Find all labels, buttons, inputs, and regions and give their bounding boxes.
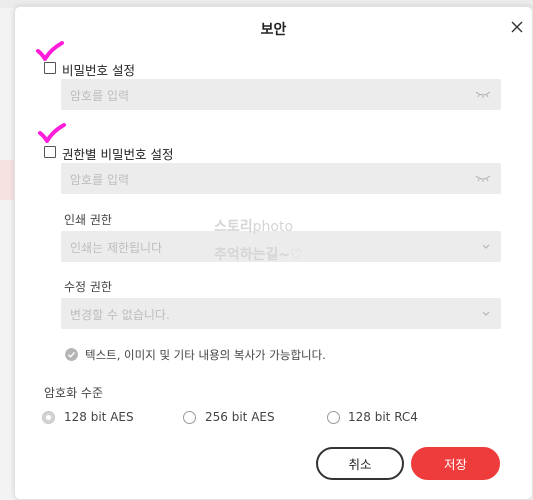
copy-permission-notice: 텍스트, 이미지 및 기타 내용의 복사가 가능합니다. [85, 348, 326, 362]
watermark-brand-suffix: photo [252, 219, 294, 235]
password-checkbox-label: 비밀번호 설정 [62, 63, 135, 78]
chevron-down-icon [482, 311, 490, 316]
watermark-line-2: 추억하는길~♡ [214, 247, 303, 263]
edit-permission-select[interactable]: 변경할 수 없습니다. [61, 298, 501, 329]
permission-password-checkbox-label: 권한별 비밀번호 설정 [62, 147, 174, 162]
watermark-brand: 스토리 [214, 219, 253, 235]
background-strip [0, 160, 14, 200]
password-checkbox[interactable] [44, 62, 56, 74]
radio-128-aes-label: 128 bit AES [64, 410, 134, 424]
eye-closed-icon[interactable] [475, 90, 491, 98]
watermark-line-1: 스토리photo [214, 216, 293, 236]
radio-128-rc4-label: 128 bit RC4 [348, 410, 418, 424]
print-permission-value: 인쇄는 제한됩니다 [70, 241, 163, 255]
print-permission-label: 인쇄 권한 [64, 213, 112, 227]
save-button[interactable]: 저장 [411, 447, 500, 480]
chevron-down-icon [482, 244, 490, 249]
annotation-check-mark [38, 123, 66, 143]
check-circle-icon [65, 348, 78, 361]
cancel-button[interactable]: 취소 [316, 447, 404, 480]
radio-128-rc4[interactable] [327, 411, 340, 424]
edit-permission-label: 수정 권한 [64, 280, 112, 294]
close-button[interactable] [507, 17, 527, 37]
security-dialog: 보안 비밀번호 설정 암호를 입력 권한별 비밀번호 설정 암호를 입력 인쇄 … [14, 6, 533, 500]
radio-256-aes-label: 256 bit AES [205, 410, 275, 424]
dialog-title: 보안 [260, 22, 287, 38]
close-icon [511, 21, 523, 33]
radio-256-aes[interactable] [183, 411, 196, 424]
permission-password-input-placeholder: 암호를 입력 [70, 173, 130, 187]
edit-permission-value: 변경할 수 없습니다. [70, 308, 170, 322]
annotation-check-mark [36, 41, 64, 61]
radio-128-aes[interactable] [42, 411, 55, 424]
encryption-level-label: 암호화 수준 [44, 386, 104, 400]
password-input[interactable]: 암호를 입력 [61, 79, 501, 110]
permission-password-input[interactable]: 암호를 입력 [61, 163, 501, 194]
permission-password-checkbox[interactable] [44, 146, 56, 158]
eye-closed-icon[interactable] [475, 174, 491, 182]
password-input-placeholder: 암호를 입력 [70, 89, 130, 103]
